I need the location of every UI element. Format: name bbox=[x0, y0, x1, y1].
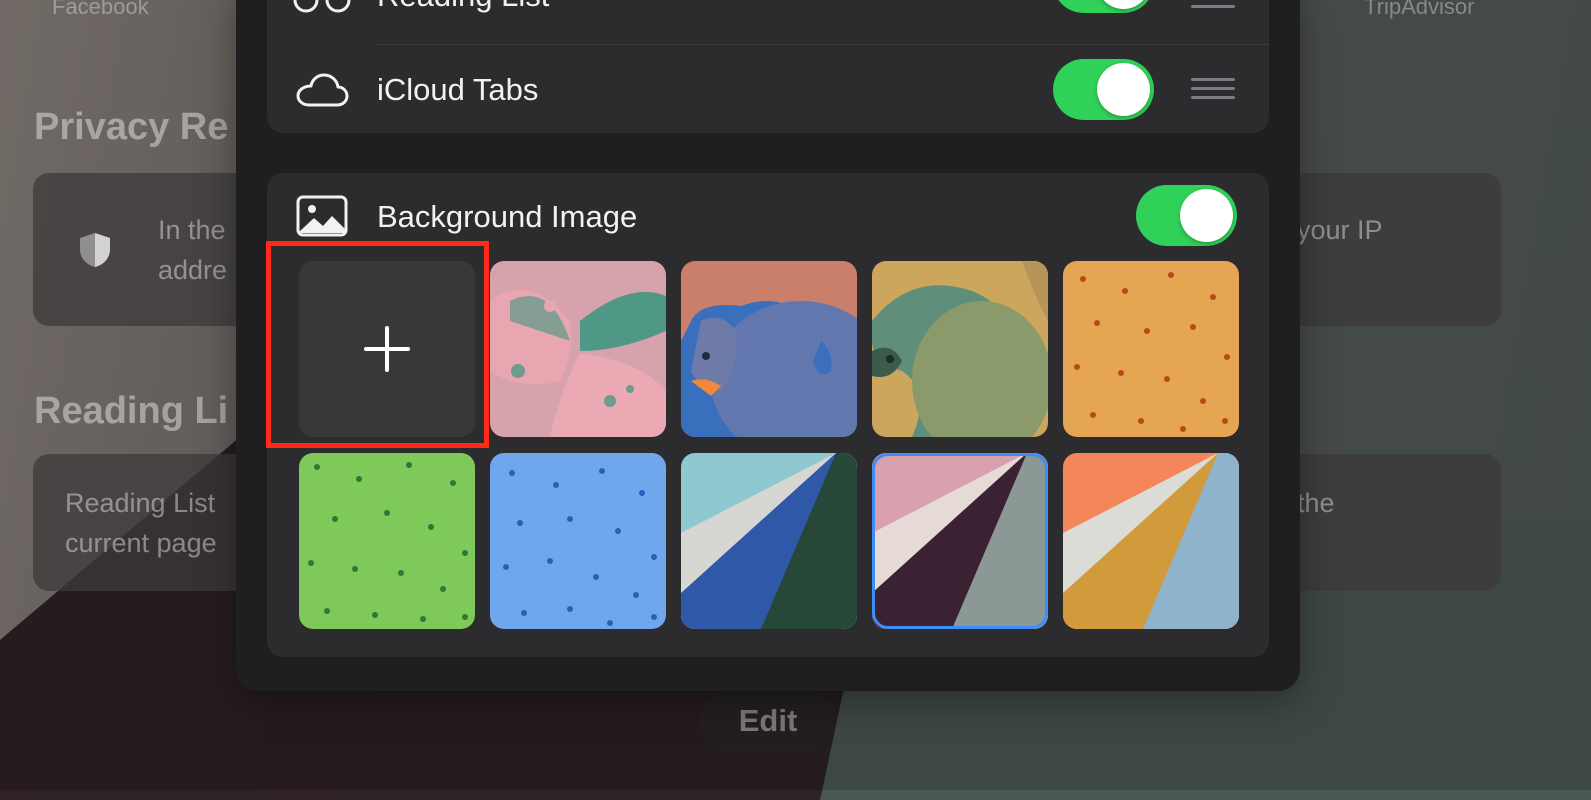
edit-button[interactable]: Edit bbox=[700, 690, 836, 752]
reading-list-text: the bbox=[1297, 488, 1335, 518]
cloud-icon bbox=[296, 73, 349, 107]
background-tile-blue-dots[interactable] bbox=[490, 453, 666, 629]
reading-list-heading: Reading Li bbox=[34, 390, 229, 432]
favorite-tripadvisor[interactable]: TripAdvisor bbox=[1364, 0, 1474, 20]
background-tile-green-dots[interactable] bbox=[299, 453, 475, 629]
background-image-label: Background Image bbox=[377, 199, 638, 234]
icloud-tabs-label: iCloud Tabs bbox=[377, 72, 539, 107]
plus-icon bbox=[385, 326, 389, 372]
favorite-facebook[interactable]: Facebook bbox=[52, 0, 149, 20]
privacy-report-heading: Privacy Re bbox=[34, 106, 229, 148]
reorder-handle-icon[interactable] bbox=[1191, 78, 1235, 100]
reading-list-text: current page bbox=[65, 528, 217, 558]
background-tile-blue-green-diagonal[interactable] bbox=[681, 453, 857, 629]
icloud-tabs-toggle[interactable] bbox=[1053, 59, 1154, 120]
reading-list-label: Reading List bbox=[377, 0, 549, 14]
privacy-report-text: addre bbox=[158, 255, 228, 285]
reading-list-text: Reading List bbox=[65, 488, 216, 518]
background-image-group: Background Image bbox=[267, 173, 1269, 657]
row-divider bbox=[377, 44, 1269, 45]
reorder-handle-icon[interactable] bbox=[1191, 0, 1235, 18]
background-tile-bear[interactable] bbox=[681, 261, 857, 437]
privacy-report-text: In the bbox=[158, 215, 226, 245]
background-tile-orange-dots[interactable] bbox=[1063, 261, 1239, 437]
add-background-image-button[interactable] bbox=[299, 261, 475, 437]
glasses-icon bbox=[293, 0, 351, 13]
photo-icon bbox=[296, 195, 348, 237]
sections-group: Reading List iCloud Tabs bbox=[267, 0, 1269, 133]
customize-start-page-panel: Reading List iCloud Tabs Background Imag… bbox=[236, 0, 1300, 691]
privacy-report-text: your IP bbox=[1297, 215, 1383, 245]
reading-list-toggle[interactable] bbox=[1053, 0, 1154, 13]
shield-icon bbox=[80, 233, 110, 267]
selected-tile-indicator bbox=[872, 453, 1048, 629]
background-image-toggle[interactable] bbox=[1136, 185, 1237, 246]
background-tile-parrot[interactable] bbox=[872, 261, 1048, 437]
background-tile-orange-yellow-diagonal[interactable] bbox=[1063, 453, 1239, 629]
background-tile-butterfly[interactable] bbox=[490, 261, 666, 437]
